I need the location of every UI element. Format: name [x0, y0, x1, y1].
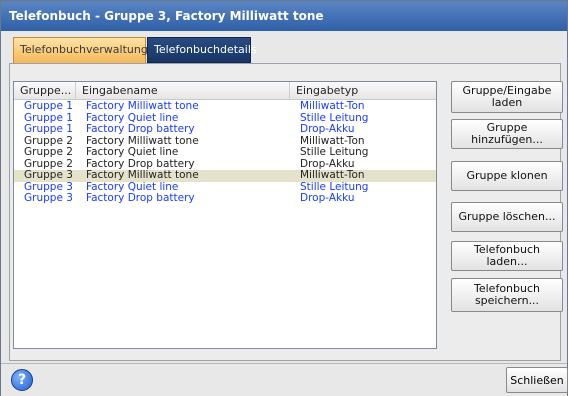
- window-title: Telefonbuch - Gruppe 3, Factory Milliwat…: [1, 1, 567, 31]
- load-phonebook-button[interactable]: Telefonbuch laden...: [451, 241, 563, 271]
- phonebook-table[interactable]: Gruppe... Eingabename Eingabetyp Gruppe …: [13, 81, 437, 349]
- table-row[interactable]: Gruppe 1 Factory Milliwatt tone Milliwatt-…: [14, 100, 436, 113]
- table-cell-entry-type: Stille Leitung: [300, 146, 369, 158]
- table-row[interactable]: Gruppe 1 Factory Drop battery Drop-Akku: [14, 123, 436, 136]
- phonebook-window: Telefonbuch - Gruppe 3, Factory Milliwat…: [0, 0, 568, 396]
- help-icon[interactable]: ?: [11, 369, 33, 391]
- load-group-entry-button[interactable]: Gruppe/Eingabe laden: [451, 81, 563, 113]
- table-cell-entry-type: Milliwatt-Ton: [300, 100, 365, 112]
- table-cell-entry-name: Factory Drop battery: [86, 123, 195, 135]
- table-cell-entry-name: Factory Milliwatt tone: [86, 169, 199, 181]
- table-row[interactable]: Gruppe 2 Factory Milliwatt tone Milliwatt-…: [14, 135, 436, 148]
- load-group-entry-label-2: laden: [491, 96, 523, 109]
- table-cell-entry-type: Milliwatt-Ton: [300, 169, 365, 181]
- column-header-entry-name[interactable]: Eingabename: [76, 82, 290, 100]
- save-phonebook-button[interactable]: Telefonbuch speichern...: [451, 278, 563, 312]
- table-row[interactable]: Gruppe 3 Factory Milliwatt tone Milliwatt-…: [14, 169, 436, 182]
- table-cell-group: Gruppe 3: [24, 169, 73, 181]
- delete-group-button[interactable]: Gruppe löschen...: [451, 202, 563, 232]
- dialog-footer: [1, 363, 567, 396]
- table-row[interactable]: Gruppe 3 Factory Quiet line Stille Leitung: [14, 181, 436, 194]
- table-cell-entry-type: Drop-Akku: [300, 123, 355, 135]
- table-row[interactable]: Gruppe 2 Factory Quiet line Stille Leitung: [14, 146, 436, 159]
- table-row[interactable]: Gruppe 2 Factory Drop battery Drop-Akku: [14, 158, 436, 171]
- close-button[interactable]: Schließen: [506, 367, 568, 393]
- table-cell-entry-name: Factory Drop battery: [86, 192, 195, 204]
- save-phonebook-label-2: speichern...: [474, 294, 540, 307]
- table-cell-entry-type: Drop-Akku: [300, 192, 355, 204]
- table-cell-group: Gruppe 3: [24, 192, 73, 204]
- table-header: Gruppe... Eingabename Eingabetyp: [14, 82, 436, 100]
- table-cell-entry-name: Factory Quiet line: [86, 146, 179, 158]
- table-cell-group: Gruppe 1: [24, 100, 73, 112]
- column-header-entry-type[interactable]: Eingabetyp: [290, 82, 436, 100]
- table-cell-group: Gruppe 1: [24, 123, 73, 135]
- table-cell-group: Gruppe 2: [24, 146, 73, 158]
- column-header-group[interactable]: Gruppe...: [14, 82, 76, 100]
- clone-group-button[interactable]: Gruppe klonen: [451, 161, 563, 191]
- table-body: Gruppe 1 Factory Milliwatt tone Milliwatt-…: [14, 100, 436, 205]
- tab-telefonbuchdetails[interactable]: Telefonbuchdetails: [147, 37, 257, 63]
- table-cell-entry-name: Factory Milliwatt tone: [86, 100, 199, 112]
- table-row[interactable]: Gruppe 1 Factory Quiet line Stille Leitung: [14, 112, 436, 125]
- tab-telefonbuchverwaltung[interactable]: Telefonbuchverwaltung: [13, 37, 148, 63]
- table-row[interactable]: Gruppe 3 Factory Drop battery Drop-Akku: [14, 192, 436, 205]
- add-group-button[interactable]: Gruppe hinzufügen...: [451, 119, 563, 149]
